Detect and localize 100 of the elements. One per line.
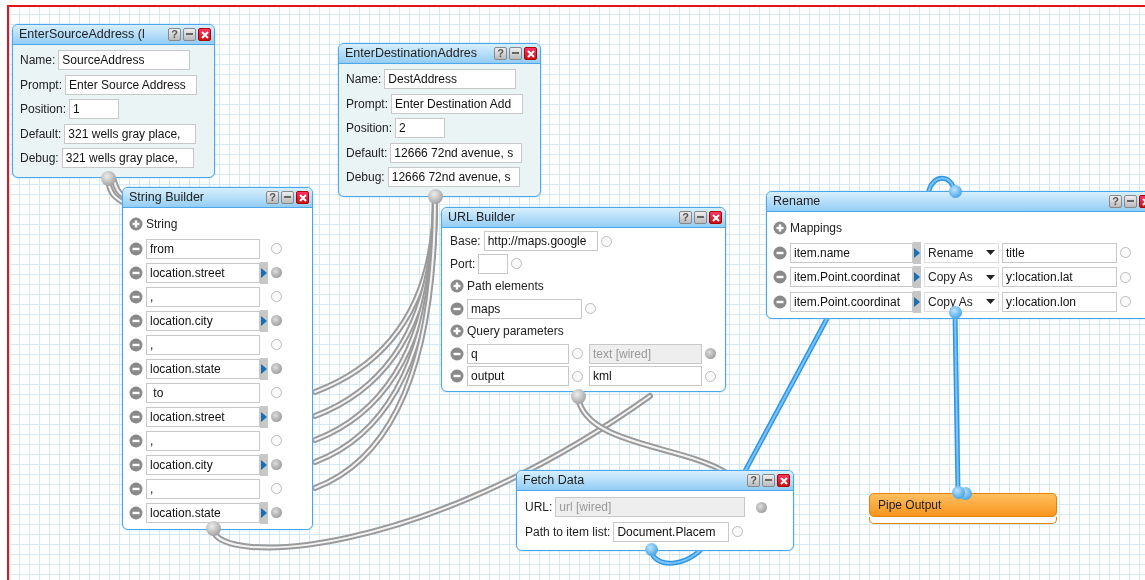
connector-port[interactable] (585, 303, 596, 315)
minus-icon[interactable] (129, 409, 143, 424)
pipe-output-module[interactable]: Pipe Output (869, 493, 1057, 517)
close-icon[interactable] (709, 211, 722, 224)
field-menu-button[interactable] (913, 241, 921, 264)
input-field[interactable]: y:location.lat (1002, 267, 1117, 288)
close-icon[interactable] (777, 474, 790, 487)
help-button[interactable]: ? (494, 47, 507, 60)
operation-dropdown[interactable]: Copy As (924, 267, 999, 288)
input-field[interactable]: Enter Destination Add (391, 93, 523, 114)
help-button[interactable]: ? (168, 28, 181, 41)
connector-port[interactable] (732, 526, 744, 538)
plus-icon[interactable] (129, 217, 143, 232)
minus-icon[interactable] (450, 301, 464, 316)
minus-icon[interactable] (129, 241, 143, 256)
input-field[interactable]: SourceAddress (58, 50, 191, 71)
input-field[interactable]: 1 (69, 99, 120, 120)
close-icon[interactable] (524, 47, 537, 60)
field-menu-button[interactable] (260, 357, 268, 380)
connector-port[interactable] (271, 459, 282, 470)
minimize-icon[interactable] (183, 28, 196, 41)
operation-dropdown[interactable]: Copy As (924, 291, 999, 312)
help-button[interactable]: ? (747, 474, 760, 487)
minus-icon[interactable] (129, 313, 143, 328)
minus-icon[interactable] (129, 337, 143, 352)
minus-icon[interactable] (129, 505, 143, 520)
input-field[interactable]: , (146, 334, 260, 355)
input-field[interactable]: item.name (790, 242, 913, 263)
input-field[interactable]: to (146, 382, 260, 403)
plus-icon[interactable] (450, 324, 464, 339)
input-field[interactable]: from (146, 238, 260, 259)
connector-port[interactable] (271, 315, 282, 326)
input-field[interactable]: 321 wells gray place, (64, 123, 197, 144)
input-field[interactable]: 321 wells gray place, (61, 148, 194, 169)
help-button[interactable]: ? (679, 211, 692, 224)
minus-icon[interactable] (773, 294, 787, 309)
connector-port[interactable] (271, 387, 282, 398)
input-field[interactable]: title (1002, 242, 1117, 263)
input-field[interactable]: Enter Source Address (65, 74, 197, 95)
minus-icon[interactable] (129, 289, 143, 304)
minus-icon[interactable] (773, 245, 787, 260)
input-field[interactable]: output (467, 366, 569, 387)
plus-icon[interactable] (773, 221, 787, 236)
connector-port[interactable] (1120, 271, 1131, 283)
connector-port[interactable] (271, 483, 282, 494)
input-field[interactable]: location.street (146, 262, 260, 283)
field-menu-button[interactable] (260, 405, 268, 428)
connector-port[interactable] (271, 291, 282, 302)
input-field[interactable]: http://maps.google (483, 231, 598, 252)
input-field[interactable]: location.state (146, 502, 260, 523)
field-menu-button[interactable] (913, 290, 921, 313)
minus-icon[interactable] (773, 270, 787, 285)
connector-port[interactable] (271, 267, 282, 278)
input-field[interactable]: kml (589, 366, 702, 387)
minimize-icon[interactable] (762, 474, 775, 487)
minimize-icon[interactable] (694, 211, 707, 224)
close-icon[interactable] (296, 191, 309, 204)
minus-icon[interactable] (129, 265, 143, 280)
operation-dropdown[interactable]: Rename (924, 242, 999, 263)
input-field[interactable] (478, 253, 509, 274)
field-menu-button[interactable] (913, 266, 921, 289)
minimize-icon[interactable] (281, 191, 294, 204)
field-menu-button[interactable] (260, 261, 268, 284)
input-field[interactable]: location.city (146, 310, 260, 331)
input-field[interactable]: DestAddress (384, 69, 517, 90)
input-field[interactable]: , (146, 430, 260, 451)
connector-port[interactable] (572, 348, 583, 360)
close-icon[interactable] (198, 28, 211, 41)
connector-port[interactable] (511, 258, 523, 270)
field-menu-button[interactable] (260, 453, 268, 476)
connector-port[interactable] (271, 507, 282, 518)
input-field[interactable]: 12666 72nd avenue, s (390, 142, 523, 163)
minus-icon[interactable] (129, 433, 143, 448)
connector-port[interactable] (271, 411, 282, 422)
minus-icon[interactable] (129, 457, 143, 472)
input-field[interactable]: item.Point.coordinat (790, 267, 913, 288)
input-field[interactable]: location.city (146, 454, 260, 475)
connector-port[interactable] (600, 235, 612, 247)
connector-port[interactable] (756, 501, 768, 513)
input-field[interactable]: , (146, 478, 260, 499)
connector-port[interactable] (1120, 247, 1131, 259)
help-button[interactable]: ? (1109, 195, 1122, 208)
connector-port[interactable] (705, 370, 716, 382)
field-menu-button[interactable] (260, 501, 268, 524)
minus-icon[interactable] (450, 369, 464, 384)
input-field[interactable]: location.state (146, 358, 260, 379)
connector-port[interactable] (271, 243, 282, 254)
field-menu-button[interactable] (260, 309, 268, 332)
plus-icon[interactable] (450, 279, 464, 294)
input-field[interactable]: , (146, 286, 260, 307)
connector-port[interactable] (271, 435, 282, 446)
help-button[interactable]: ? (266, 191, 279, 204)
minus-icon[interactable] (450, 346, 464, 361)
input-field[interactable]: 2 (395, 118, 446, 139)
input-field[interactable]: location.street (146, 406, 260, 427)
minus-icon[interactable] (129, 385, 143, 400)
connector-port[interactable] (1120, 296, 1131, 308)
connector-port[interactable] (705, 348, 716, 360)
input-field[interactable]: item.Point.coordinat (790, 291, 913, 312)
connector-port[interactable] (572, 370, 583, 382)
